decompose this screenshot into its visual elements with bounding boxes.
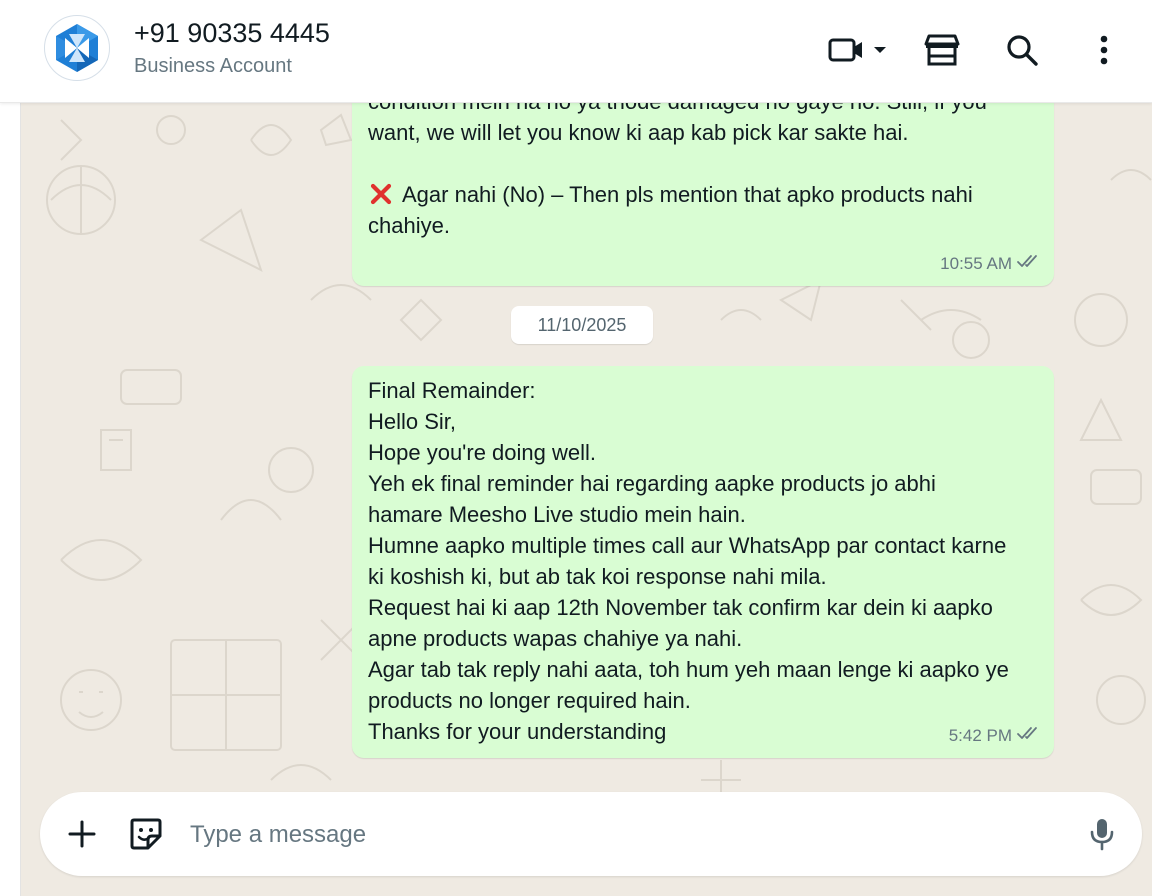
message-text-line: want, we will let you know ki aap kab pi… xyxy=(368,120,909,145)
message-composer xyxy=(40,792,1142,876)
message-text-line: Thanks for your understanding xyxy=(368,719,667,744)
chat-header: +91 90335 4445 Business Account xyxy=(0,0,1152,103)
double-tick-icon xyxy=(1016,720,1042,751)
video-call-button[interactable] xyxy=(822,28,894,72)
more-options-button[interactable] xyxy=(1084,28,1124,72)
message-text-line: chahiye. xyxy=(368,213,450,238)
voice-message-button[interactable] xyxy=(1080,812,1124,856)
message-text-line: ki koshish ki, but ab tak koi response n… xyxy=(368,564,827,589)
left-panel-edge xyxy=(0,0,21,896)
business-logo-icon xyxy=(56,24,98,72)
microphone-icon xyxy=(1090,819,1114,851)
date-divider: 11/10/2025 xyxy=(511,306,653,344)
whatsapp-chat-window: condition mein na ho ya thode damaged ho… xyxy=(0,0,1152,896)
message-time: 5:42 PM xyxy=(948,726,1012,745)
avatar[interactable] xyxy=(44,15,110,81)
search-icon xyxy=(1007,35,1038,66)
sticker-button[interactable] xyxy=(124,812,168,856)
message-input[interactable] xyxy=(188,810,1072,860)
video-call-icon xyxy=(828,38,862,62)
message-bubble-outgoing[interactable]: Final Remainder: Hello Sir, Hope you're … xyxy=(352,366,1054,758)
message-text-line: Agar tab tak reply nahi aata, toh hum ye… xyxy=(368,657,1009,682)
message-time: 10:55 AM xyxy=(940,254,1012,273)
attach-button[interactable] xyxy=(60,812,104,856)
message-text-line: products no longer required hain. xyxy=(368,688,691,713)
message-meta: 10:55 AM xyxy=(940,248,1042,279)
contact-name[interactable]: +91 90335 4445 xyxy=(134,18,330,49)
dropdown-arrow-icon xyxy=(874,47,886,53)
message-text-fragment: Agar nahi (No) – Then pls mention that a… xyxy=(402,182,973,207)
store-icon xyxy=(924,34,960,66)
message-text-line: Hope you're doing well. xyxy=(368,440,597,465)
plus-icon xyxy=(68,820,96,848)
message-text-line: Humne aapko multiple times call aur What… xyxy=(368,533,1007,558)
search-button[interactable] xyxy=(1000,28,1044,72)
double-tick-icon xyxy=(1016,248,1042,279)
catalog-button[interactable] xyxy=(920,28,964,72)
message-meta: 5:42 PM xyxy=(949,720,1042,751)
chat-area[interactable]: condition mein na ho ya thode damaged ho… xyxy=(21,0,1152,896)
message-text-line: Request hai ki aap 12th November tak con… xyxy=(368,595,993,620)
message-text-line: hamare Meesho Live studio mein hain. xyxy=(368,502,746,527)
more-options-icon xyxy=(1100,35,1108,65)
message-text-line: Yeh ek final reminder hai regarding aapk… xyxy=(368,471,936,496)
message-text-line: Agar nahi (No) – Then pls mention that a… xyxy=(368,179,1034,210)
message-text-line: apne products wapas chahiye ya nahi. xyxy=(368,626,743,651)
sticker-icon xyxy=(130,818,162,850)
message-text-line: Hello Sir, xyxy=(368,409,457,434)
message-text-line: Final Remainder: xyxy=(368,378,536,403)
cross-mark-icon xyxy=(370,183,392,205)
contact-subtitle: Business Account xyxy=(134,55,292,77)
